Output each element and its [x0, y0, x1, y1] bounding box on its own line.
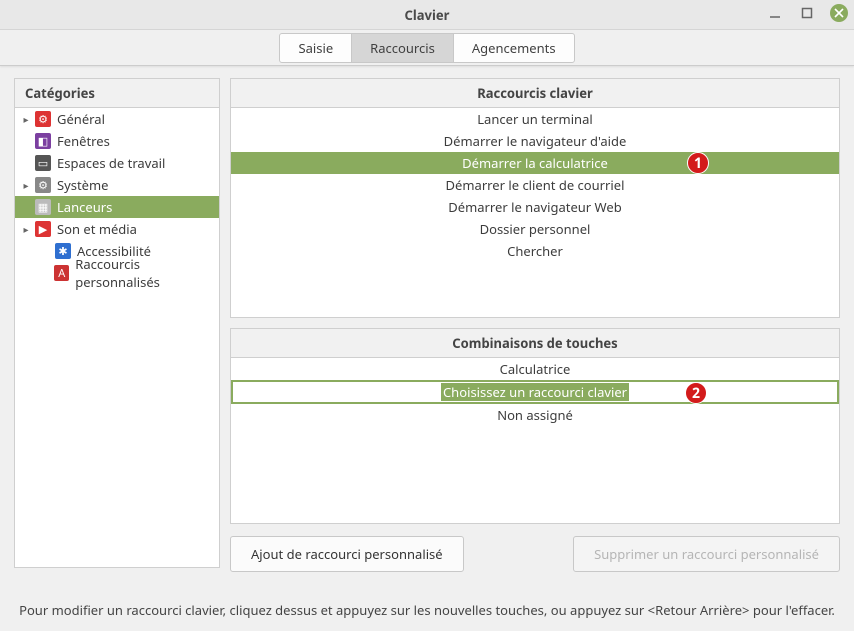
shortcut-label: Démarrer la calculatrice: [462, 154, 608, 172]
tab-saisie[interactable]: Saisie: [279, 33, 352, 63]
shortcut-row[interactable]: Démarrer le navigateur Web: [231, 196, 839, 218]
window: Clavier SaisieRaccourcisAgencements Caté…: [0, 0, 854, 631]
binding-row[interactable]: Calculatrice: [231, 358, 839, 380]
button-row: Ajout de raccourci personnalisé Supprime…: [230, 536, 840, 572]
shortcut-row[interactable]: Démarrer le client de courriel: [231, 174, 839, 196]
category-item[interactable]: ARaccourcis personnalisés: [15, 262, 219, 284]
shortcut-label: Chercher: [507, 242, 563, 260]
category-item[interactable]: ▦ Lanceurs: [15, 196, 219, 218]
shortcuts-list[interactable]: Lancer un terminal Démarrer le navigateur…: [231, 108, 839, 317]
category-item[interactable]: ◧ Fenêtres: [15, 130, 219, 152]
category-icon: ▦: [35, 199, 51, 215]
annotation-badge: 2: [685, 382, 707, 404]
category-icon: ▶: [35, 221, 51, 237]
shortcut-row[interactable]: Démarrer la calculatrice 1: [231, 152, 839, 174]
category-icon: A: [54, 265, 69, 281]
shortcut-label: Démarrer le client de courriel: [446, 176, 625, 194]
expand-arrow-icon[interactable]: ▸: [19, 112, 33, 126]
binding-label: Choisissez un raccourci clavier: [441, 383, 629, 401]
categories-panel: Catégories ▸⚙Général◧Fenêtres▭Espaces de…: [14, 78, 220, 568]
window-title: Clavier: [405, 6, 450, 24]
content-area: Catégories ▸⚙Général◧Fenêtres▭Espaces de…: [0, 66, 854, 593]
expand-arrow-icon[interactable]: ▸: [19, 178, 33, 192]
shortcuts-header: Raccourcis clavier: [231, 79, 839, 108]
expand-arrow-icon[interactable]: ▸: [19, 222, 33, 236]
category-label: Son et média: [57, 220, 137, 238]
tab-bar: SaisieRaccourcisAgencements: [0, 30, 854, 66]
category-icon: ✱: [55, 243, 71, 259]
tab-agencements[interactable]: Agencements: [453, 33, 575, 63]
add-shortcut-button[interactable]: Ajout de raccourci personnalisé: [230, 536, 464, 572]
categories-header: Catégories: [15, 79, 219, 108]
shortcuts-panel: Raccourcis clavier Lancer un terminal Dém…: [230, 78, 840, 318]
tab-raccourcis[interactable]: Raccourcis: [351, 33, 454, 63]
binding-label: Non assigné: [497, 406, 573, 424]
binding-row[interactable]: Non assigné: [231, 404, 839, 426]
category-item[interactable]: ▸⚙ Système: [15, 174, 219, 196]
bindings-list[interactable]: Calculatrice Choisissez un raccourci clav…: [231, 358, 839, 523]
hint-text: Pour modifier un raccourci clavier, cliq…: [0, 593, 854, 631]
bindings-header: Combinaisons de touches: [231, 329, 839, 358]
shortcut-label: Lancer un terminal: [477, 110, 593, 128]
category-item[interactable]: ▸⚙ Général: [15, 108, 219, 130]
remove-shortcut-button: Supprimer un raccourci personnalisé: [573, 536, 840, 572]
shortcut-label: Dossier personnel: [480, 220, 591, 238]
category-item[interactable]: ▭ Espaces de travail: [15, 152, 219, 174]
binding-row[interactable]: Choisissez un raccourci clavier 2: [231, 380, 839, 404]
category-label: Général: [57, 110, 105, 128]
category-item[interactable]: ▸▶ Son et média: [15, 218, 219, 240]
shortcut-row[interactable]: Chercher: [231, 240, 839, 262]
category-icon: ▭: [35, 155, 51, 171]
category-label: Raccourcis personnalisés: [75, 255, 219, 291]
close-button[interactable]: [830, 4, 848, 22]
category-label: Système: [57, 176, 109, 194]
category-icon: ⚙: [35, 177, 51, 193]
category-icon: ◧: [35, 133, 51, 149]
window-controls: [766, 4, 848, 22]
category-label: Espaces de travail: [57, 154, 165, 172]
minimize-button[interactable]: [766, 4, 784, 22]
right-column: Raccourcis clavier Lancer un terminal Dém…: [230, 78, 840, 587]
shortcut-label: Démarrer le navigateur Web: [448, 198, 621, 216]
binding-label: Calculatrice: [500, 360, 571, 378]
shortcut-row[interactable]: Démarrer le navigateur d'aide: [231, 130, 839, 152]
annotation-badge: 1: [687, 152, 709, 174]
maximize-button[interactable]: [798, 4, 816, 22]
titlebar: Clavier: [0, 0, 854, 30]
category-label: Fenêtres: [57, 132, 110, 150]
bindings-panel: Combinaisons de touches Calculatrice Choi…: [230, 328, 840, 524]
shortcut-label: Démarrer le navigateur d'aide: [444, 132, 627, 150]
category-icon: ⚙: [35, 111, 51, 127]
categories-tree[interactable]: ▸⚙Général◧Fenêtres▭Espaces de travail▸⚙S…: [15, 108, 219, 567]
shortcut-row[interactable]: Dossier personnel: [231, 218, 839, 240]
shortcut-row[interactable]: Lancer un terminal: [231, 108, 839, 130]
category-label: Lanceurs: [57, 198, 112, 216]
